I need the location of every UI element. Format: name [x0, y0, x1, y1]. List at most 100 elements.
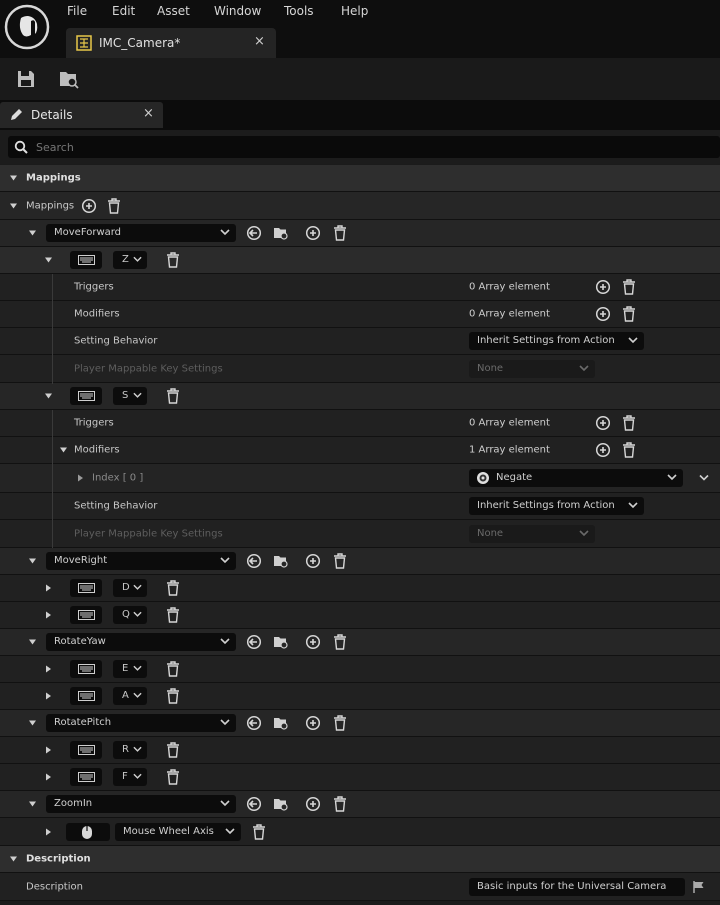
options-chevron-icon[interactable] [699, 474, 709, 482]
delete-icon[interactable] [166, 388, 180, 404]
delete-icon[interactable] [166, 580, 180, 596]
delete-icon[interactable] [622, 279, 636, 295]
key-row-q[interactable]: Q [0, 602, 720, 629]
add-element-icon[interactable] [305, 225, 321, 241]
delete-icon[interactable] [166, 769, 180, 785]
delete-icon[interactable] [333, 796, 347, 812]
key-selector[interactable]: Q [113, 606, 147, 624]
keyboard-icon[interactable] [70, 251, 102, 269]
close-panel-icon[interactable]: × [143, 106, 154, 121]
document-tab[interactable]: IMC_Camera* × [66, 28, 276, 58]
use-selected-asset-icon[interactable] [246, 634, 262, 650]
delete-icon[interactable] [333, 634, 347, 650]
menu-window[interactable]: Window [214, 4, 261, 18]
keyboard-icon[interactable] [70, 606, 102, 624]
action-dropdown[interactable]: RotatePitch [46, 714, 236, 732]
keyboard-icon[interactable] [70, 741, 102, 759]
expand-arrow-icon[interactable] [44, 611, 53, 620]
collapse-arrow-icon[interactable] [59, 446, 68, 455]
delete-icon[interactable] [333, 715, 347, 731]
expand-arrow-icon[interactable] [44, 665, 53, 674]
key-selector[interactable]: Mouse Wheel Axis [115, 822, 241, 841]
player-mappable-dropdown[interactable]: None [469, 359, 595, 378]
delete-icon[interactable] [622, 442, 636, 458]
expand-arrow-icon[interactable] [44, 584, 53, 593]
action-dropdown[interactable]: MoveRight [46, 552, 236, 570]
delete-icon[interactable] [333, 225, 347, 241]
key-row-d[interactable]: D [0, 575, 720, 602]
menu-edit[interactable]: Edit [112, 4, 135, 18]
key-row-r[interactable]: R [0, 737, 720, 764]
add-element-icon[interactable] [81, 198, 97, 214]
collapse-arrow-icon[interactable] [44, 392, 53, 401]
expand-arrow-icon[interactable] [76, 474, 85, 483]
delete-icon[interactable] [622, 415, 636, 431]
close-tab-icon[interactable]: × [254, 34, 265, 49]
collapse-arrow-icon[interactable] [28, 719, 37, 728]
use-selected-asset-icon[interactable] [246, 553, 262, 569]
flag-icon[interactable] [692, 880, 706, 894]
description-input[interactable]: Basic inputs for the Universal Camera [469, 877, 685, 896]
player-mappable-dropdown[interactable]: None [469, 524, 595, 543]
key-row-f[interactable]: F [0, 764, 720, 791]
action-row-moveright[interactable]: MoveRight [0, 548, 720, 575]
add-element-icon[interactable] [595, 442, 611, 458]
key-row-z[interactable]: Z [0, 247, 720, 274]
expand-arrow-icon[interactable] [44, 692, 53, 701]
action-row-rotatepitch[interactable]: RotatePitch [0, 710, 720, 737]
action-row-rotateyaw[interactable]: RotateYaw [0, 629, 720, 656]
browse-asset-icon[interactable] [273, 634, 289, 650]
key-row-mouse-wheel[interactable]: Mouse Wheel Axis [0, 818, 720, 846]
collapse-arrow-icon[interactable] [9, 201, 18, 210]
mappings-array-row[interactable]: Mappings [0, 192, 720, 220]
unreal-logo-icon[interactable] [4, 4, 50, 50]
keyboard-icon[interactable] [70, 660, 102, 678]
key-selector[interactable]: R [113, 741, 147, 759]
use-selected-asset-icon[interactable] [246, 225, 262, 241]
search-input[interactable] [34, 138, 638, 156]
action-dropdown[interactable]: MoveForward [46, 224, 236, 242]
expand-arrow-icon[interactable] [44, 827, 53, 836]
collapse-arrow-icon[interactable] [28, 557, 37, 566]
modifier-class-dropdown[interactable]: Negate [469, 469, 683, 487]
browse-asset-icon[interactable] [58, 68, 80, 90]
add-element-icon[interactable] [595, 279, 611, 295]
collapse-arrow-icon[interactable] [28, 800, 37, 809]
add-element-icon[interactable] [305, 715, 321, 731]
key-selector[interactable]: Z [113, 251, 147, 269]
setting-behavior-dropdown[interactable]: Inherit Settings from Action [469, 332, 644, 350]
browse-asset-icon[interactable] [273, 225, 289, 241]
collapse-arrow-icon[interactable] [9, 174, 18, 183]
expand-arrow-icon[interactable] [44, 773, 53, 782]
delete-icon[interactable] [622, 306, 636, 322]
keyboard-icon[interactable] [70, 579, 102, 597]
search-box[interactable] [8, 136, 720, 158]
menu-asset[interactable]: Asset [157, 4, 190, 18]
key-row-a[interactable]: A [0, 683, 720, 710]
delete-icon[interactable] [166, 661, 180, 677]
delete-icon[interactable] [166, 688, 180, 704]
details-tab[interactable]: Details × [0, 102, 163, 128]
keyboard-icon[interactable] [70, 387, 102, 405]
setting-behavior-dropdown[interactable]: Inherit Settings from Action [469, 497, 644, 515]
collapse-arrow-icon[interactable] [9, 855, 18, 864]
mouse-icon[interactable] [66, 822, 110, 841]
use-selected-asset-icon[interactable] [246, 715, 262, 731]
browse-asset-icon[interactable] [273, 715, 289, 731]
key-selector[interactable]: A [113, 687, 147, 705]
action-row-zoomin[interactable]: ZoomIn [0, 791, 720, 818]
key-selector[interactable]: D [113, 579, 147, 597]
key-row-s[interactable]: S [0, 383, 720, 410]
save-icon[interactable] [16, 69, 36, 89]
delete-all-icon[interactable] [107, 197, 121, 214]
add-element-icon[interactable] [305, 553, 321, 569]
keyboard-icon[interactable] [70, 768, 102, 786]
menu-help[interactable]: Help [341, 4, 368, 18]
keyboard-icon[interactable] [70, 687, 102, 705]
delete-icon[interactable] [166, 252, 180, 268]
add-element-icon[interactable] [595, 415, 611, 431]
add-element-icon[interactable] [595, 306, 611, 322]
delete-icon[interactable] [333, 553, 347, 569]
action-dropdown[interactable]: RotateYaw [46, 633, 236, 651]
menu-file[interactable]: File [67, 4, 87, 18]
